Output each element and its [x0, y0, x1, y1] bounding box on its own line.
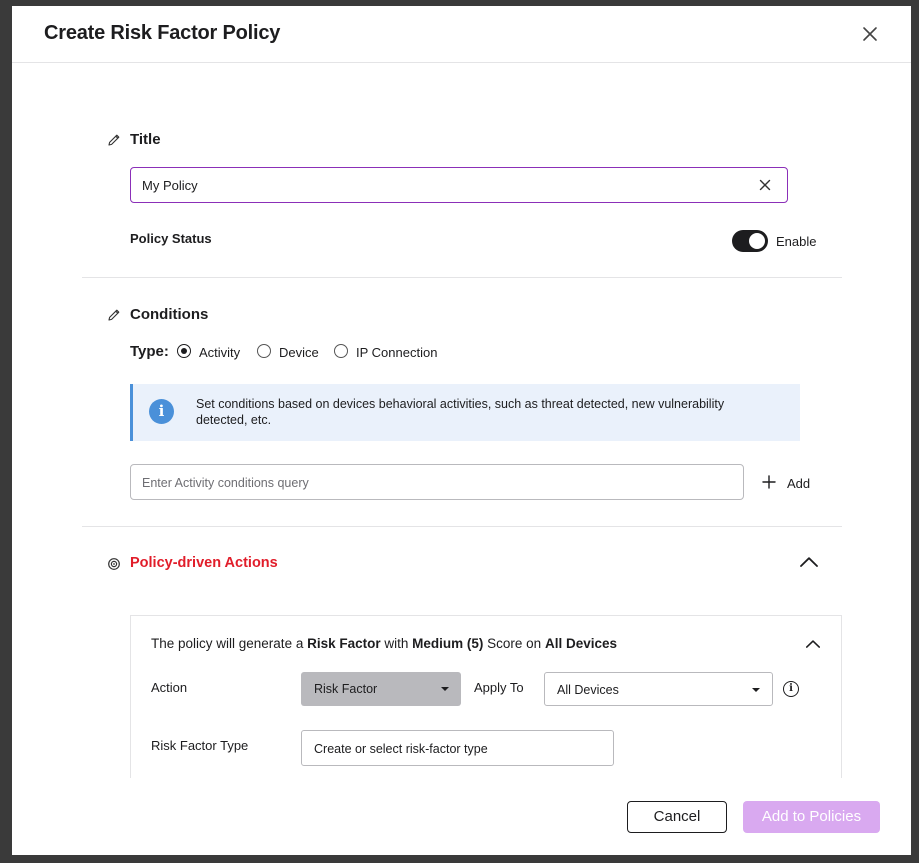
- conditions-query-input[interactable]: Enter Activity conditions query: [130, 464, 744, 500]
- collapse-card-chevron-up-icon[interactable]: [806, 640, 820, 648]
- action-select[interactable]: Risk Factor: [301, 672, 461, 706]
- risk-factor-type-placeholder[interactable]: Create or select risk-factor type: [314, 742, 488, 756]
- apply-to-select[interactable]: All Devices: [544, 672, 773, 706]
- policy-status-toggle[interactable]: [732, 230, 768, 252]
- target-icon: [107, 557, 121, 571]
- summary-score: Medium (5): [412, 636, 484, 651]
- title-section-heading: Title: [130, 131, 161, 148]
- toggle-label: Enable: [776, 234, 817, 249]
- modal-title: Create Risk Factor Policy: [44, 22, 281, 44]
- pencil-icon: [107, 308, 121, 322]
- radio-activity-label[interactable]: Activity: [199, 345, 240, 360]
- action-select-value: Risk Factor: [314, 682, 378, 696]
- radio-device-label[interactable]: Device: [279, 345, 319, 360]
- info-banner: i Set conditions based on devices behavi…: [130, 384, 800, 441]
- collapse-section-chevron-up-icon[interactable]: [800, 557, 818, 567]
- toggle-knob: [749, 233, 765, 249]
- caret-down-icon: [441, 687, 449, 691]
- action-card: The policy will generate a Risk Factor w…: [130, 615, 842, 785]
- section-divider: [82, 277, 842, 278]
- apply-to-info-icon[interactable]: i: [783, 681, 799, 697]
- add-condition-label: Add: [787, 476, 811, 491]
- policy-title-value[interactable]: My Policy: [142, 178, 198, 193]
- query-placeholder[interactable]: Enter Activity conditions query: [142, 476, 309, 490]
- policy-title-input[interactable]: My Policy: [130, 167, 788, 203]
- summary-scope: All Devices: [544, 636, 617, 651]
- modal-header: Create Risk Factor Policy: [12, 6, 911, 63]
- radio-activity[interactable]: [177, 344, 191, 358]
- info-banner-text: Set conditions based on devices behavior…: [196, 397, 725, 427]
- radio-ip-connection-label[interactable]: IP Connection: [356, 345, 437, 360]
- risk-factor-type-label: Risk Factor Type: [151, 738, 249, 753]
- apply-to-select-value: All Devices: [557, 683, 619, 697]
- conditions-heading: Conditions: [130, 306, 209, 323]
- close-icon[interactable]: [862, 26, 878, 42]
- action-label: Action: [151, 680, 188, 695]
- summary-action: Risk Factor: [307, 636, 381, 651]
- radio-ip-connection[interactable]: [334, 344, 348, 358]
- policy-actions-heading: Policy-driven Actions: [130, 555, 278, 571]
- caret-down-icon: [752, 688, 760, 692]
- action-summary: The policy will generate a Risk Factor w…: [151, 636, 617, 651]
- risk-factor-type-input[interactable]: Create or select risk-factor type: [301, 730, 614, 766]
- section-divider: [82, 526, 842, 527]
- type-label: Type:: [130, 343, 169, 360]
- apply-to-label: Apply To: [474, 680, 524, 695]
- summary-text: The policy will generate a: [151, 636, 308, 651]
- plus-icon: [762, 475, 776, 489]
- radio-device[interactable]: [257, 344, 271, 358]
- summary-text: with: [380, 636, 413, 651]
- create-policy-modal: Create Risk Factor Policy Title My Polic…: [12, 6, 911, 855]
- cancel-button[interactable]: Cancel: [627, 801, 727, 833]
- policy-status-label: Policy Status: [130, 231, 212, 246]
- add-to-policies-button[interactable]: Add to Policies: [743, 801, 880, 833]
- summary-text: Score on: [483, 636, 545, 651]
- info-icon: i: [149, 399, 174, 424]
- pencil-icon: [107, 133, 121, 147]
- clear-input-icon[interactable]: [759, 179, 771, 191]
